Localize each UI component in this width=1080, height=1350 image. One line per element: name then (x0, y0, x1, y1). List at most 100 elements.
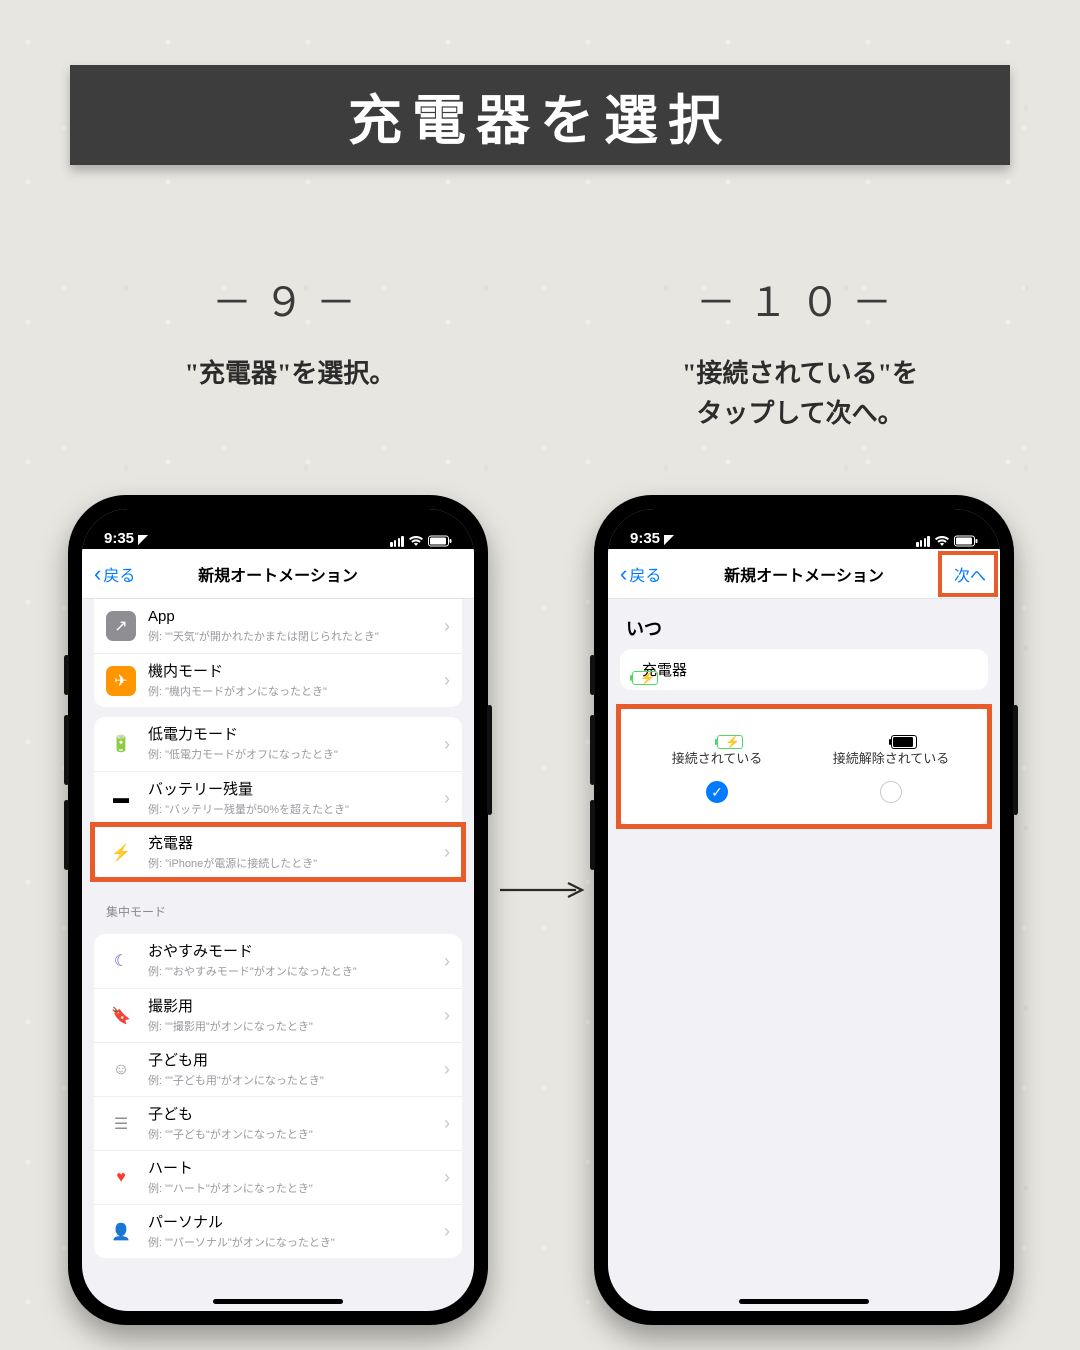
list-item-title: 機内モード (148, 663, 438, 681)
nav-back-label: 戻る (103, 562, 135, 586)
nav-bar: ‹ 戻る 新規オートメーション 次へ (608, 549, 1000, 599)
chevron-right-icon: › (438, 616, 450, 637)
status-indicators (916, 535, 978, 547)
step-10-number: －１０－ (570, 270, 1030, 328)
phone-side-button (590, 655, 595, 695)
list-item-item[interactable]: ✈ 機内モード例: "機内モードがオンになったとき"› (94, 653, 462, 707)
chevron-right-icon: › (438, 1005, 450, 1026)
item-icon: 🔖 (106, 1001, 136, 1031)
list-group: 🔋低電力モード例: "低電力モードがオフになったとき"›▬バッテリー残量例: "… (94, 717, 462, 879)
list-item-text: 子ども例: ""子ども"がオンになったとき" (148, 1106, 438, 1142)
item-icon: ▬ (106, 784, 136, 814)
list-item-subtitle: 例: "機内モードがオンになったとき" (148, 683, 438, 699)
nav-title: 新規オートメーション (724, 562, 884, 586)
cellular-signal-icon (390, 536, 404, 547)
list-item-text: ハート例: ""ハート"がオンになったとき" (148, 1160, 438, 1196)
list-item-title: バッテリー残量 (148, 781, 438, 799)
trigger-chip-charger: ⚡ 充電器 (620, 649, 988, 690)
chevron-right-icon: › (438, 1167, 450, 1188)
list-item-subtitle: 例: "バッテリー残量が50%を超えたとき" (148, 801, 438, 817)
wifi-icon (408, 535, 424, 547)
list-item-item[interactable]: 🔋 低電力モード例: "低電力モードがオフになったとき"› (94, 717, 462, 771)
list-item-title: 充電器 (148, 835, 438, 853)
item-icon: ☾ (106, 946, 136, 976)
status-time: 9:35 ◤ (104, 530, 147, 547)
nav-back-button[interactable]: ‹ 戻る (614, 556, 667, 592)
charger-when-panel: いつ ⚡ 充電器 ⚡ 接続されている ✓ (608, 599, 1000, 825)
list-item-item[interactable]: ⚡充電器例: "iPhoneが電源に接続したとき"› (94, 825, 462, 879)
list-item-item[interactable]: ☺ 子ども用例: ""子ども用"がオンになったとき"› (94, 1042, 462, 1096)
page-title-bar: 充電器を選択 (70, 65, 1010, 165)
choice-disconnected[interactable]: 接続解除されている (804, 734, 978, 803)
step-9-number: －９－ (60, 270, 520, 328)
list-item-subtitle: 例: ""子ども"がオンになったとき" (148, 1126, 438, 1142)
list-item-title: おやすみモード (148, 943, 438, 961)
list-item-title: ハート (148, 1160, 438, 1178)
item-icon: ☺ (106, 1055, 136, 1085)
phone-mockup-right: 9:35 ◤ ‹ 戻る 新規オートメーション 次へ いつ ⚡ (594, 495, 1014, 1325)
list-item-title: App (148, 608, 438, 626)
when-label: いつ (608, 599, 1000, 649)
item-icon: ✈ (106, 666, 136, 696)
chevron-right-icon: › (438, 1113, 450, 1134)
chevron-right-icon: › (438, 1221, 450, 1242)
phone-mockup-left: 9:35 ◤ ‹ 戻る 新規オートメーション ↗ App 例: ""天気"が開かれた… (68, 495, 488, 1325)
list-item-text: 機内モード例: "機内モードがオンになったとき" (148, 663, 438, 699)
list-item-subtitle: 例: ""ハート"がオンになったとき" (148, 1180, 438, 1196)
choice-connected[interactable]: ⚡ 接続されている ✓ (630, 734, 804, 803)
list-item-item[interactable]: ☰子ども例: ""子ども"がオンになったとき"› (94, 1096, 462, 1150)
list-item-title: 低電力モード (148, 726, 438, 744)
battery-icon (954, 535, 978, 547)
list-item-subtitle: 例: ""天気"が開かれたかまたは閉じられたとき" (148, 628, 438, 644)
list-item-subtitle: 例: "低電力モードがオフになったとき" (148, 746, 438, 762)
list-item-item[interactable]: ☾ おやすみモード例: ""おやすみモード"がオンになったとき"› (94, 934, 462, 988)
chevron-left-icon: ‹ (620, 567, 627, 580)
arrow-icon (498, 880, 588, 900)
nav-next-button[interactable]: 次へ (948, 558, 992, 590)
radio-unchecked-icon[interactable] (880, 781, 902, 803)
list-item-subtitle: 例: ""おやすみモード"がオンになったとき" (148, 963, 438, 979)
list-group: ☾おやすみモード例: ""おやすみモード"がオンになったとき"›🔖撮影用例: "… (94, 934, 462, 1258)
battery-icon (428, 535, 452, 547)
automation-trigger-list[interactable]: ↗App例: ""天気"が開かれたかまたは閉じられたとき"›✈機内モード例: "… (82, 599, 474, 1258)
list-item-item[interactable]: 👤パーソナル例: ""パーソナル"がオンになったとき"› (94, 1204, 462, 1258)
list-item-item[interactable]: ♥ハート例: ""ハート"がオンになったとき"› (94, 1150, 462, 1204)
home-indicator[interactable] (739, 1299, 869, 1304)
phone-side-button (1013, 705, 1018, 815)
step-9-header: －９－ "充電器"を選択。 (60, 270, 520, 394)
list-item-text: 子ども用例: ""子ども用"がオンになったとき" (148, 1052, 438, 1088)
phone-side-button (64, 800, 69, 870)
location-arrow-icon: ◤ (138, 532, 147, 546)
list-item-app[interactable]: ↗ App 例: ""天気"が開かれたかまたは閉じられたとき"› (94, 599, 462, 653)
nav-bar: ‹ 戻る 新規オートメーション (82, 549, 474, 599)
location-arrow-icon: ◤ (664, 532, 673, 546)
phone-screen-right: 9:35 ◤ ‹ 戻る 新規オートメーション 次へ いつ ⚡ (608, 509, 1000, 1311)
status-time: 9:35 ◤ (630, 530, 673, 547)
list-item-item[interactable]: 🔖撮影用例: ""撮影用"がオンになったとき"› (94, 988, 462, 1042)
chevron-right-icon: › (438, 788, 450, 809)
phone-side-button (64, 655, 69, 695)
choice-connected-label: 接続されている (672, 748, 763, 767)
list-item-text: バッテリー残量例: "バッテリー残量が50%を超えたとき" (148, 781, 438, 817)
list-item-subtitle: 例: ""撮影用"がオンになったとき" (148, 1018, 438, 1034)
chevron-right-icon: › (438, 1059, 450, 1080)
cellular-signal-icon (916, 536, 930, 547)
phone-side-button (590, 715, 595, 785)
home-indicator[interactable] (213, 1299, 343, 1304)
wifi-icon (934, 535, 950, 547)
item-icon: ⚡ (106, 838, 136, 868)
chevron-right-icon: › (438, 670, 450, 691)
app-icon: ↗ (106, 611, 136, 641)
list-group: ↗App例: ""天気"が開かれたかまたは閉じられたとき"›✈機内モード例: "… (94, 599, 462, 707)
chevron-right-icon: › (438, 734, 450, 755)
nav-back-button[interactable]: ‹ 戻る (88, 556, 141, 592)
phone-screen-left: 9:35 ◤ ‹ 戻る 新規オートメーション ↗ App 例: ""天気"が開かれた… (82, 509, 474, 1311)
list-item-subtitle: 例: ""パーソナル"がオンになったとき" (148, 1234, 438, 1250)
list-item-item[interactable]: ▬ バッテリー残量例: "バッテリー残量が50%を超えたとき"› (94, 771, 462, 825)
chevron-right-icon: › (438, 951, 450, 972)
radio-checked-icon[interactable]: ✓ (706, 781, 728, 803)
list-item-text: パーソナル例: ""パーソナル"がオンになったとき" (148, 1214, 438, 1250)
item-icon: 🔋 (106, 729, 136, 759)
list-item-text: おやすみモード例: ""おやすみモード"がオンになったとき" (148, 943, 438, 979)
status-indicators (390, 535, 452, 547)
